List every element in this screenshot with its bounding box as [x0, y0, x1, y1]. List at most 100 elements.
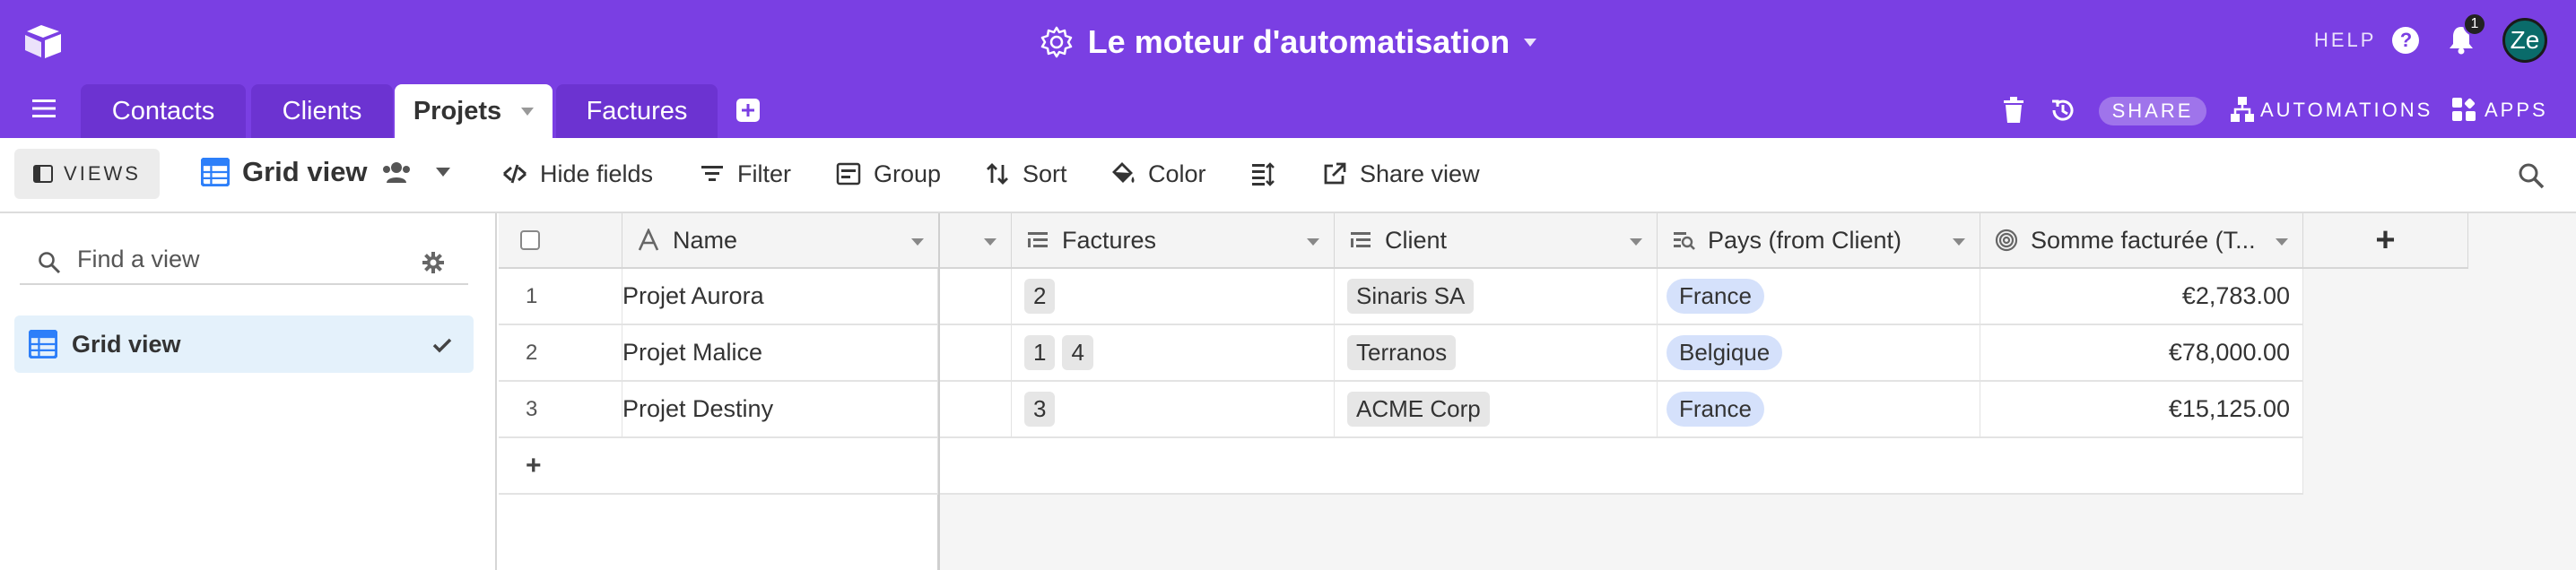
chevron-down-icon[interactable]	[2276, 238, 2288, 246]
table-cell-hidden[interactable]	[940, 269, 1012, 325]
column-header-hidden[interactable]	[940, 213, 1012, 269]
group-icon	[836, 162, 861, 186]
row-number: 3	[499, 382, 622, 438]
add-table-icon[interactable]	[736, 99, 760, 122]
top-bar: Le moteur d'automatisation HELP ? 1 Ze C…	[0, 0, 2576, 138]
automations-button[interactable]: AUTOMATIONS	[2260, 97, 2432, 124]
find-view-field	[20, 238, 468, 285]
chevron-down-icon[interactable]	[1307, 238, 1319, 246]
apps-icon	[2452, 98, 2476, 121]
trash-icon[interactable]	[2002, 96, 2025, 125]
tab-label: Contacts	[111, 96, 215, 125]
avatar[interactable]: Ze	[2502, 18, 2547, 63]
filter-label: Filter	[737, 160, 791, 187]
chevron-down-icon[interactable]	[1630, 238, 1642, 246]
chevron-down-icon[interactable]	[911, 238, 924, 246]
linked-record-chip[interactable]: 1	[1024, 335, 1056, 370]
view-switcher[interactable]: Grid view	[201, 154, 450, 190]
table-cell-client[interactable]: Sinaris SA	[1335, 269, 1658, 325]
tab-label: Clients	[282, 96, 362, 125]
add-column-button[interactable]: +	[2303, 213, 2468, 269]
table-cell-client[interactable]: ACME Corp	[1335, 382, 1658, 438]
table-cell-factures[interactable]: 1 4	[1012, 325, 1335, 382]
cell-text: Projet Malice	[622, 339, 763, 366]
column-header-somme[interactable]: Somme facturée (T...	[1980, 213, 2303, 269]
table-cell-somme[interactable]: €15,125.00	[1980, 382, 2303, 438]
linked-record-chip[interactable]: ACME Corp	[1347, 392, 1490, 427]
notification-badge: 1	[2463, 13, 2486, 36]
tab-projets[interactable]: Projets	[395, 84, 553, 138]
column-header-factures[interactable]: Factures	[1012, 213, 1335, 269]
search-icon	[39, 252, 61, 274]
sort-icon	[987, 163, 1008, 185]
linked-record-icon	[1028, 232, 1048, 247]
table-cell-factures[interactable]: 2	[1012, 269, 1335, 325]
linked-record-chip[interactable]: Sinaris SA	[1347, 279, 1475, 314]
cell-text: €15,125.00	[2168, 395, 2290, 422]
chevron-down-icon[interactable]	[521, 107, 535, 116]
search-icon[interactable]	[2517, 161, 2546, 190]
hide-fields-button[interactable]: Hide fields	[502, 156, 653, 192]
table-cell-somme[interactable]: €78,000.00	[1980, 325, 2303, 382]
lookup-value-pill: France	[1667, 392, 1764, 427]
chevron-down-icon[interactable]	[1953, 238, 1965, 246]
group-button[interactable]: Group	[836, 156, 941, 192]
column-header-client[interactable]: Client	[1335, 213, 1658, 269]
linked-record-chip[interactable]: 2	[1024, 279, 1056, 314]
add-row-button[interactable]: +	[499, 438, 938, 495]
table-cell-somme[interactable]: €2,783.00	[1980, 269, 2303, 325]
chevron-down-icon[interactable]	[435, 168, 450, 177]
color-label: Color	[1148, 160, 1206, 187]
cell-text: €78,000.00	[2168, 339, 2290, 366]
checkmark-icon	[432, 338, 452, 353]
chevron-down-icon	[1524, 38, 1537, 47]
hide-fields-label: Hide fields	[540, 160, 654, 187]
linked-record-chip[interactable]: 3	[1024, 392, 1056, 427]
menu-icon[interactable]	[32, 99, 56, 118]
gear-icon[interactable]	[422, 251, 445, 274]
find-view-input[interactable]	[77, 246, 400, 273]
history-icon[interactable]	[2049, 96, 2077, 125]
table-cell-hidden[interactable]	[940, 382, 1012, 438]
filter-button[interactable]: Filter	[700, 156, 791, 192]
row-height-button[interactable]	[1250, 156, 1275, 192]
share-view-button[interactable]: Share view	[1322, 156, 1480, 192]
table-cell-client[interactable]: Terranos	[1335, 325, 1658, 382]
automations-icon	[2231, 97, 2254, 122]
share-button[interactable]: SHARE	[2099, 97, 2206, 125]
eye-slash-icon	[503, 164, 527, 184]
linked-record-chip[interactable]: Terranos	[1347, 335, 1457, 370]
views-toggle-button[interactable]: VIEWS	[14, 149, 160, 199]
sidebar-toggle-icon	[33, 165, 54, 183]
tab-clients[interactable]: Clients	[251, 84, 393, 138]
add-row-area[interactable]	[940, 438, 2303, 495]
column-header-name[interactable]: Name	[622, 213, 938, 269]
apps-button[interactable]: APPS	[2485, 97, 2548, 124]
table-cell-pays[interactable]: France	[1658, 269, 1980, 325]
text-field-icon	[638, 229, 659, 251]
filter-icon	[701, 166, 723, 181]
table-cell-name[interactable]: Projet Aurora	[622, 269, 938, 325]
table-cell-pays[interactable]: Belgique	[1658, 325, 1980, 382]
linked-record-chip[interactable]: 4	[1062, 335, 1093, 370]
select-all-checkbox[interactable]	[520, 230, 540, 250]
airtable-logo-icon[interactable]	[22, 20, 65, 63]
tab-factures[interactable]: Factures	[556, 84, 718, 138]
column-label: Pays (from Client)	[1708, 226, 1902, 254]
table-cell-factures[interactable]: 3	[1012, 382, 1335, 438]
tab-contacts[interactable]: Contacts	[81, 84, 246, 138]
grid-view-icon	[29, 330, 57, 358]
base-title-button[interactable]: Le moteur d'automatisation	[1040, 20, 1537, 65]
column-header-pays[interactable]: Pays (from Client)	[1658, 213, 1980, 269]
group-label: Group	[874, 160, 942, 187]
color-button[interactable]: Color	[1110, 156, 1206, 192]
rollup-icon	[1995, 229, 2018, 252]
table-cell-pays[interactable]: France	[1658, 382, 1980, 438]
sidebar-item-grid-view[interactable]: Grid view	[14, 315, 474, 373]
sort-button[interactable]: Sort	[985, 156, 1067, 192]
help-button[interactable]: HELP ?	[2314, 27, 2420, 54]
table-cell-name[interactable]: Projet Destiny	[622, 382, 938, 438]
chevron-down-icon[interactable]	[984, 238, 996, 246]
table-cell-hidden[interactable]	[940, 325, 1012, 382]
table-cell-name[interactable]: Projet Malice	[622, 325, 938, 382]
